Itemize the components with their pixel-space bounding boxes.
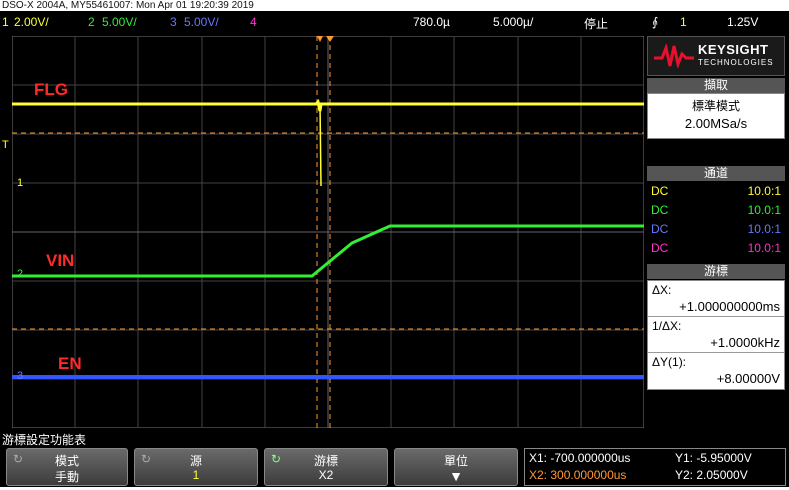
scope-screen: 1 2.00V/ 2 5.00V/ 3 5.00V/ 4 780.0µ 5.00… — [0, 11, 789, 487]
time-scale[interactable]: 5.000µ/ — [493, 15, 533, 29]
mode-softkey-label: 模式 — [54, 454, 79, 468]
keysight-logo: KEYSIGHT TECHNOLOGIES — [647, 36, 785, 76]
brand-name: KEYSIGHT — [698, 42, 769, 57]
graticule — [12, 36, 644, 428]
ch2-ground-marker[interactable]: 2 — [17, 268, 23, 280]
mode-softkey[interactable]: ↻ 模式 手動 — [6, 448, 128, 486]
source-softkey-label: 源 — [189, 454, 202, 468]
cursors-header[interactable]: 游標 — [647, 264, 785, 279]
cursor-softkey[interactable]: ↻ 游標 X2 — [264, 448, 388, 486]
y2-readout: Y2: 2.05000V — [675, 468, 748, 482]
units-softkey-label: 單位 — [443, 454, 468, 468]
trigger-level-marker[interactable]: T — [2, 139, 9, 151]
inverse-delta-x-value: +1.0000kHz — [710, 335, 780, 350]
chevron-down-icon: ▼ — [449, 468, 463, 484]
channel-row-3: DC 10.0:1 — [651, 222, 781, 236]
side-panel: KEYSIGHT TECHNOLOGIES 擷取 標準模式 2.00MSa/s … — [647, 36, 785, 428]
ch2-number[interactable]: 2 — [88, 15, 95, 29]
x1-readout: X1: -700.000000us — [529, 451, 631, 465]
inverse-delta-x-label: 1/ΔX: — [652, 319, 682, 333]
vin-label: VIN — [46, 251, 75, 270]
ch1-ground-marker[interactable]: 1 — [17, 177, 23, 189]
ch4-number[interactable]: 4 — [250, 15, 257, 29]
channel-row-1: DC 10.0:1 — [651, 184, 781, 198]
softkey-bar: 游標設定功能表 ↻ 模式 手動 ↻ 源 1 ↻ 游標 X2 單位 ▼ X1: -… — [0, 429, 789, 487]
status-bar: 1 2.00V/ 2 5.00V/ 3 5.00V/ 4 780.0µ 5.00… — [0, 11, 789, 33]
trigger-icon: ⨙ — [652, 15, 659, 29]
waveform-area[interactable]: FLG VIN EN T 1 2 3 — [2, 36, 644, 428]
keysight-wave-icon — [654, 44, 694, 68]
channels-box[interactable]: DC 10.0:1 DC 10.0:1 DC 10.0:1 DC 10.0:1 — [647, 182, 785, 260]
time-delay[interactable]: 780.0µ — [413, 15, 450, 29]
acquire-mode: 標準模式 — [691, 99, 740, 113]
cursors-box[interactable]: ΔX: +1.000000000ms 1/ΔX: +1.0000kHz ΔY(1… — [647, 280, 785, 390]
cursor-readout: X1: -700.000000us X2: 300.000000us Y1: -… — [524, 448, 786, 486]
source-softkey-value: 1 — [192, 468, 200, 482]
mode-softkey-value: 手動 — [54, 470, 79, 484]
en-label: EN — [58, 354, 82, 373]
delta-y-label: ΔY(1): — [652, 355, 687, 369]
window-title: DSO-X 2004A, MY55461007: Mon Apr 01 19:2… — [0, 0, 789, 11]
brand-sub: TECHNOLOGIES — [698, 58, 774, 67]
flg-label: FLG — [34, 80, 68, 99]
run-state[interactable]: 停止 — [584, 15, 608, 32]
units-softkey[interactable]: 單位 ▼ — [394, 448, 518, 486]
cursor-softkey-value: X2 — [318, 468, 334, 482]
ch1-scale[interactable]: 2.00V/ — [14, 15, 49, 29]
y1-readout: Y1: -5.95000V — [675, 451, 752, 465]
ch2-scale[interactable]: 5.00V/ — [102, 15, 137, 29]
menu-title: 游標設定功能表 — [2, 433, 87, 447]
delta-y-value: +8.00000V — [716, 371, 780, 386]
ch3-number[interactable]: 3 — [170, 15, 177, 29]
channel-row-2: DC 10.0:1 — [651, 203, 781, 217]
acquire-box[interactable]: 標準模式 2.00MSa/s — [647, 93, 785, 139]
channel-row-4: DC 10.0:1 — [651, 241, 781, 255]
acquire-rate: 2.00MSa/s — [684, 116, 748, 131]
cursor-softkey-label: 游標 — [313, 454, 338, 468]
x2-readout: X2: 300.000000us — [529, 468, 627, 482]
trigger-level[interactable]: 1.25V — [727, 15, 758, 29]
delta-x-value: +1.000000000ms — [679, 299, 780, 314]
channels-header[interactable]: 通道 — [647, 166, 785, 181]
trigger-source[interactable]: 1 — [680, 15, 687, 29]
source-softkey[interactable]: ↻ 源 1 — [134, 448, 258, 486]
ch3-scale[interactable]: 5.00V/ — [184, 15, 219, 29]
ch1-number[interactable]: 1 — [2, 15, 9, 29]
delta-x-label: ΔX: — [652, 283, 672, 297]
ch3-ground-marker[interactable]: 3 — [17, 370, 23, 382]
acquire-header[interactable]: 擷取 — [647, 78, 785, 93]
